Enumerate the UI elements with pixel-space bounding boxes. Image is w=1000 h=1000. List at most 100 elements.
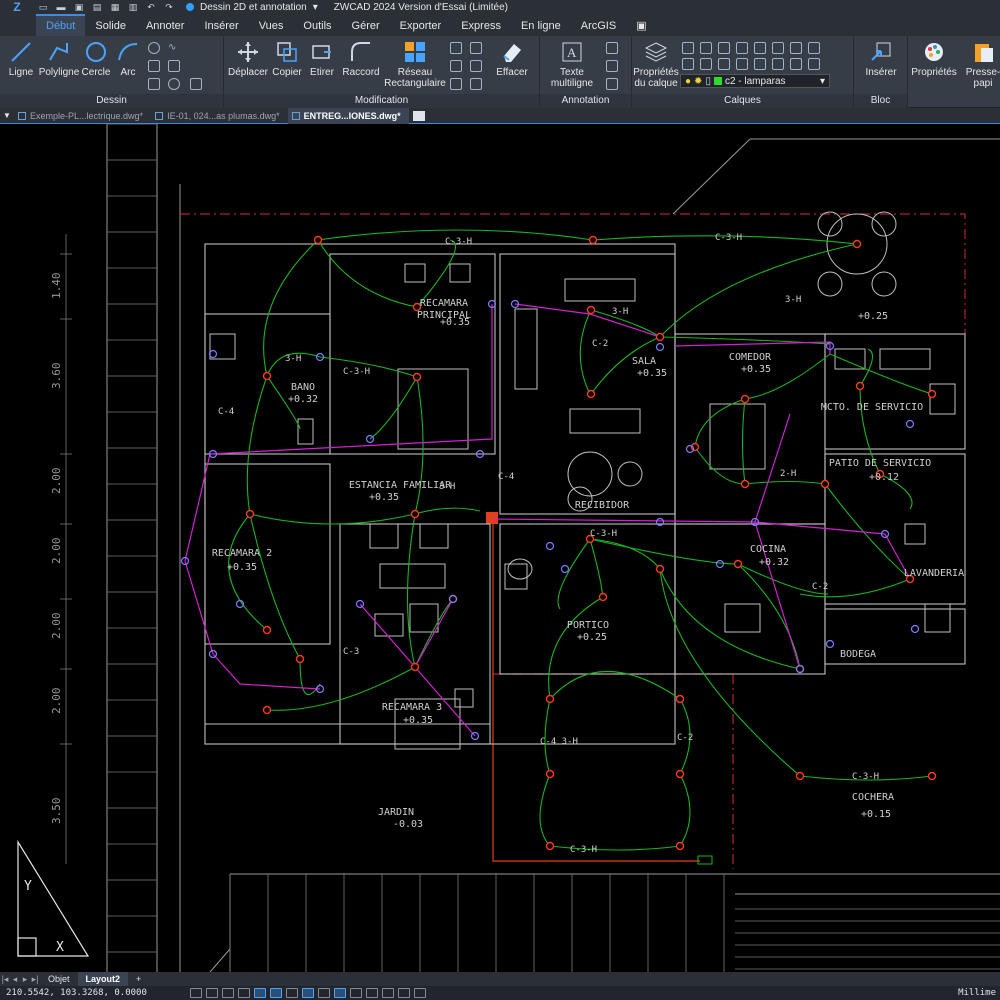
plot-icon[interactable]: ▥	[126, 1, 140, 13]
explode-icon[interactable]	[470, 78, 482, 90]
fullscreen-icon[interactable]	[414, 988, 426, 998]
annotation-scale-icon[interactable]	[382, 988, 394, 998]
layer-copy-icon[interactable]	[718, 58, 730, 70]
app-logo-icon[interactable]: Z	[0, 0, 34, 14]
dimension-icon[interactable]	[606, 42, 618, 54]
next-layout-icon[interactable]: ▸	[20, 974, 30, 985]
spline-icon[interactable]: ∿	[168, 42, 180, 54]
add-layout-button[interactable]: +	[128, 972, 149, 986]
tab-model[interactable]: Objet	[40, 972, 78, 986]
doc-tab-2[interactable]: IE-01, 024...as plumas.dwg*	[151, 108, 288, 124]
osnap-toggle-icon[interactable]	[302, 988, 314, 998]
layer-delete-icon[interactable]	[700, 58, 712, 70]
snap-toggle-icon[interactable]	[206, 988, 218, 998]
layer-walk-icon[interactable]	[808, 42, 820, 54]
line-tool-button[interactable]: Ligne	[6, 40, 36, 78]
tab-inserer[interactable]: Insérer	[194, 16, 248, 36]
doc-tab-1[interactable]: Exemple-PL...lectrique.dwg*	[14, 108, 151, 124]
tab-arcgis[interactable]: ArcGIS	[571, 16, 626, 36]
tab-solide[interactable]: Solide	[85, 16, 136, 36]
layer-freeze-icon[interactable]	[736, 42, 748, 54]
grid-toggle-icon[interactable]	[190, 988, 202, 998]
new-file-icon[interactable]: ▭	[36, 1, 50, 13]
leader-icon[interactable]	[606, 60, 618, 72]
properties-button[interactable]: Propriétés	[911, 40, 957, 78]
trim-icon[interactable]	[470, 42, 482, 54]
layer-thaw-icon[interactable]	[736, 58, 748, 70]
dynamic-input-icon[interactable]	[238, 988, 250, 998]
layer-properties-button[interactable]: Propriétés du calque	[633, 40, 679, 89]
layer-merge-icon[interactable]	[682, 58, 694, 70]
array-tool-button[interactable]: Réseau Rectangulaire	[382, 40, 448, 89]
tab-outils[interactable]: Outils	[293, 16, 341, 36]
new-tab-icon[interactable]	[412, 110, 425, 121]
layer-dropdown[interactable]: ● ✹ ▯ c2 - lamparas ▾	[680, 74, 830, 88]
polyline-tool-button[interactable]: Polyligne	[39, 40, 79, 78]
scale-icon[interactable]	[470, 60, 482, 72]
otrack-toggle-icon[interactable]	[318, 988, 330, 998]
save-icon[interactable]: ▣	[72, 1, 86, 13]
erase-tool-button[interactable]: Effacer	[490, 40, 534, 78]
workspace-switch-icon[interactable]	[398, 988, 410, 998]
mirror-icon[interactable]	[450, 60, 462, 72]
drawing-canvas[interactable]: 1.40 3.60 2.00 2.00 2.00 2.00 3.50 C-3-H…	[0, 123, 1000, 973]
first-layout-icon[interactable]: |◂	[0, 974, 10, 985]
mtext-tool-button[interactable]: A Texte multiligne	[544, 40, 600, 89]
lineweight-toggle-icon[interactable]	[334, 988, 346, 998]
layer-isolate-icon[interactable]	[718, 42, 730, 54]
copy-tool-button[interactable]: Copier	[270, 40, 304, 78]
prev-layout-icon[interactable]: ◂	[10, 974, 20, 985]
offset-icon[interactable]	[450, 78, 462, 90]
tab-exporter[interactable]: Exporter	[390, 16, 452, 36]
last-layout-icon[interactable]: ▸|	[30, 974, 40, 985]
workspace-selector[interactable]: Dessin 2D et annotation ▾	[186, 2, 318, 13]
rotate-icon[interactable]	[450, 42, 462, 54]
infer-toggle-icon[interactable]	[222, 988, 234, 998]
arc-tool-button[interactable]: Arc	[114, 40, 142, 78]
tab-gerer[interactable]: Gérer	[342, 16, 390, 36]
tab-express[interactable]: Express	[451, 16, 511, 36]
stretch-tool-button[interactable]: Etirer	[306, 40, 338, 78]
layer-match-icon[interactable]	[772, 42, 784, 54]
tab-menu-icon[interactable]: ▼	[0, 111, 14, 120]
region-icon[interactable]	[148, 78, 160, 90]
redo-icon[interactable]: ↷	[162, 1, 176, 13]
table-icon[interactable]	[606, 78, 618, 90]
layer-state-icon[interactable]	[682, 42, 694, 54]
open-folder-icon[interactable]: ▬	[54, 1, 68, 13]
polar-toggle-icon[interactable]	[270, 988, 282, 998]
layer-off-icon[interactable]	[700, 42, 712, 54]
ribbon-toggle-icon[interactable]: ▣	[626, 16, 656, 36]
selection-cycling-icon[interactable]	[366, 988, 378, 998]
doc-tab-1-label: Exemple-PL...lectrique.dwg*	[30, 110, 144, 121]
tab-annoter[interactable]: Annoter	[136, 16, 195, 36]
rectangle-icon[interactable]	[148, 60, 160, 72]
tab-en-ligne[interactable]: En ligne	[511, 16, 571, 36]
print-icon[interactable]: ▦	[108, 1, 122, 13]
layer-previous-icon[interactable]	[790, 42, 802, 54]
undo-icon[interactable]: ↶	[144, 1, 158, 13]
transparency-toggle-icon[interactable]	[350, 988, 362, 998]
doc-tab-3[interactable]: ENTREG...IONES.dwg*	[287, 107, 409, 124]
ortho-toggle-icon[interactable]	[254, 988, 266, 998]
tab-vues[interactable]: Vues	[249, 16, 294, 36]
hatch-icon[interactable]	[168, 60, 180, 72]
layer-on-icon[interactable]	[772, 58, 784, 70]
ellipse-icon[interactable]	[148, 42, 160, 54]
layer-unlock-icon[interactable]	[754, 58, 766, 70]
layer-current-icon[interactable]	[790, 58, 802, 70]
layer-lock-icon[interactable]	[754, 42, 766, 54]
boundary-icon[interactable]	[190, 78, 202, 90]
move-tool-button[interactable]: Déplacer	[228, 40, 268, 78]
ribbon: Ligne Polyligne Cercle Arc ∿ Dessin Dépl…	[0, 36, 1000, 108]
clipboard-button[interactable]: Presse-papi	[958, 40, 1000, 89]
save-as-icon[interactable]: ▤	[90, 1, 104, 13]
layer-change-icon[interactable]	[808, 58, 820, 70]
fillet-tool-button[interactable]: Raccord	[340, 40, 382, 78]
donut-icon[interactable]	[168, 78, 180, 90]
circle-tool-button[interactable]: Cercle	[80, 40, 112, 78]
tab-debut[interactable]: Début	[36, 14, 86, 36]
insert-block-button[interactable]: Insérer	[860, 40, 902, 78]
isodraft-icon[interactable]	[286, 988, 298, 998]
tab-layout2[interactable]: Layout2	[77, 972, 129, 986]
